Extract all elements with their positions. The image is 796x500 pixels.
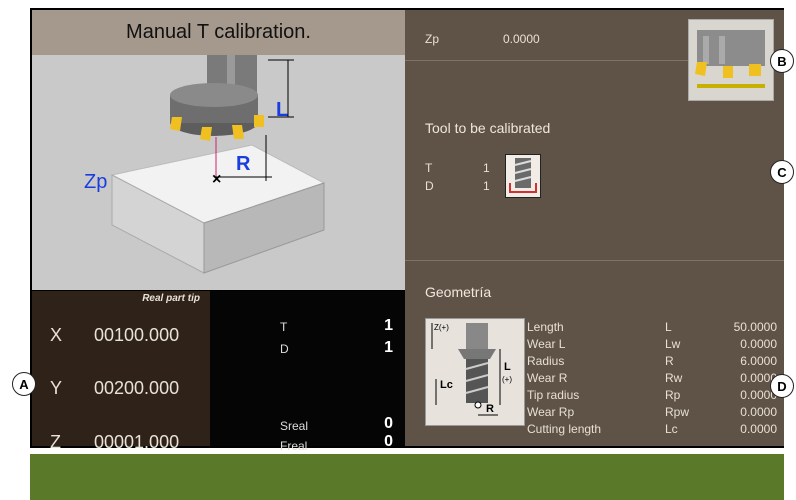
illus-label-l: L: [276, 99, 289, 121]
table-row: Cutting length Lc 0.0000: [527, 422, 777, 439]
axis-value: 00001.000: [94, 432, 180, 452]
axis-value: 00200.000: [94, 378, 180, 398]
tool-section-title: Tool to be calibrated: [425, 120, 551, 136]
geo-value[interactable]: 6.0000: [740, 354, 777, 368]
d-label: D: [280, 342, 289, 356]
geo-symbol: Rpw: [665, 405, 690, 419]
geo-name: Wear Rp: [527, 405, 575, 419]
table-row: Wear L Lw 0.0000: [527, 337, 777, 354]
table-row: Radius R 6.0000: [527, 354, 777, 371]
zp-value[interactable]: 0.0000: [503, 32, 540, 46]
callout-d: D: [770, 374, 794, 398]
geo-value[interactable]: 50.0000: [734, 320, 777, 334]
callout-a: A: [12, 372, 36, 396]
geo-symbol: Rw: [665, 371, 683, 385]
geo-l-label: L: [504, 361, 511, 373]
geo-symbol: R: [665, 354, 674, 368]
geo-name: Wear R: [527, 371, 568, 385]
axis-label: X: [50, 325, 63, 345]
geo-lplus-label: (+): [502, 375, 512, 384]
geo-name: Wear L: [527, 337, 566, 351]
geometry-section-title: Geometría: [425, 284, 492, 300]
geo-name: Radius: [527, 354, 565, 368]
geo-symbol: Rp: [665, 388, 681, 402]
tool-t-label: T: [425, 161, 433, 175]
zp-label: Zp: [425, 32, 440, 46]
endmill-tool-icon: [505, 154, 541, 198]
calibration-illustration: × L R Zp: [32, 55, 405, 290]
coordinates-panel: Real part tip X 00100.000 Y 00200.000 Z …: [32, 291, 210, 452]
geometry-diagram: Z(+) L (+) Lc R: [425, 318, 525, 426]
geo-name: Tip radius: [527, 388, 580, 402]
tool-d-label: D: [425, 179, 434, 193]
separator: [405, 260, 784, 261]
geo-value[interactable]: 0.0000: [740, 405, 777, 419]
page-title: Manual T calibration.: [32, 10, 405, 55]
geo-value[interactable]: 0.0000: [740, 422, 777, 436]
tool-d-value[interactable]: 1: [483, 179, 490, 193]
geo-lc-label: Lc: [440, 379, 453, 391]
tool-status-panel: T 1 D 1 Sreal 0 Freal 0: [210, 291, 405, 453]
geo-symbol: L: [665, 320, 672, 334]
callout-b: B: [770, 49, 794, 73]
geometry-table: Length L 50.0000 Wear L Lw 0.0000 Radius…: [527, 320, 777, 439]
coords-header: Real part tip: [142, 293, 200, 304]
coord-row-y: Y 00200.000: [32, 374, 210, 404]
d-value: 1: [384, 339, 393, 356]
axis-value: 00100.000: [94, 325, 180, 345]
freal-value: 0: [384, 433, 393, 450]
bottom-status-bar: [30, 454, 784, 500]
geo-value[interactable]: 0.0000: [740, 337, 777, 351]
geo-r-label: R: [486, 403, 494, 415]
t-value: 1: [384, 317, 393, 334]
geo-z-label: Z(+): [434, 323, 449, 332]
axis-label: Y: [50, 378, 63, 398]
geo-symbol: Lw: [665, 337, 681, 351]
geo-symbol: Lc: [665, 422, 678, 436]
geo-name: Length: [527, 320, 564, 334]
table-row: Length L 50.0000: [527, 320, 777, 337]
table-row: Wear Rp Rpw 0.0000: [527, 405, 777, 422]
sreal-value: 0: [384, 415, 393, 432]
table-row: Tip radius Rp 0.0000: [527, 388, 777, 405]
cutter-thumbnail: [688, 19, 774, 101]
freal-label: Freal: [280, 439, 308, 453]
illus-label-zp: Zp: [84, 171, 108, 193]
coord-row-x: X 00100.000: [32, 321, 210, 351]
callout-c: C: [770, 160, 794, 184]
tool-t-value[interactable]: 1: [483, 161, 490, 175]
svg-text:×: ×: [212, 171, 221, 188]
axis-label: Z: [50, 432, 61, 452]
data-panel: Zp 0.0000 Tool to be calibrated T 1 D 1 …: [405, 10, 784, 446]
t-label: T: [280, 320, 288, 334]
illus-label-r: R: [236, 153, 251, 175]
table-row: Wear R Rw 0.0000: [527, 371, 777, 388]
sreal-label: Sreal: [280, 419, 309, 433]
geo-name: Cutting length: [527, 422, 602, 436]
